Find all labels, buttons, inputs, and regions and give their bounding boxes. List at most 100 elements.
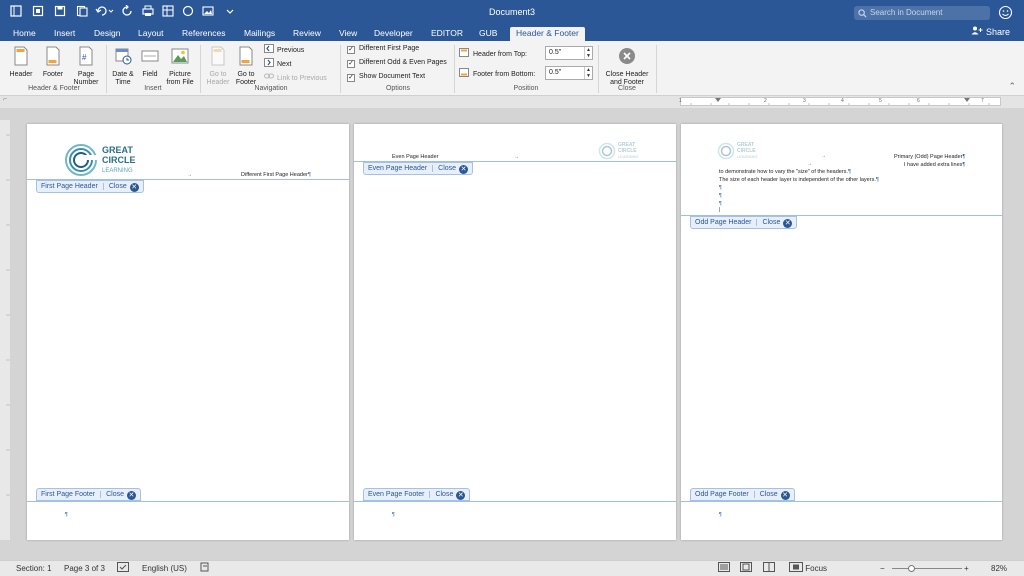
checkbox-checked-icon: ✓ (347, 60, 355, 68)
zoom-slider[interactable] (892, 568, 962, 569)
option-show-document-text[interactable]: ✓ Show Document Text (347, 72, 425, 82)
tab-insert[interactable]: Insert (49, 27, 80, 41)
even-page-header-tag: Even Page Header Close ✕ (363, 162, 474, 175)
close-header-button[interactable]: Close (762, 219, 780, 226)
vertical-ruler[interactable] (0, 120, 10, 540)
focus-mode-button[interactable]: Focus (789, 561, 827, 576)
previous-button[interactable]: Previous (264, 44, 304, 56)
web-layout-view-icon[interactable] (740, 561, 752, 576)
even-page-footer-tag: Even Page Footer Close ✕ (363, 488, 471, 501)
odd-page-header-text[interactable]: Primary (Odd) Page Header¶ (894, 154, 965, 160)
track-changes-icon[interactable] (200, 561, 210, 576)
previous-label: Previous (277, 47, 305, 54)
close-icon[interactable]: ✕ (780, 491, 790, 500)
right-indent-marker-icon (964, 98, 970, 102)
read-mode-icon[interactable] (763, 561, 775, 576)
text-cursor: | (719, 207, 721, 213)
header-button[interactable]: Header (6, 46, 36, 79)
go-to-footer-button[interactable]: Go to Footer (232, 46, 260, 87)
picture-from-file-button[interactable]: Picture from File (164, 46, 196, 87)
close-header-button[interactable]: Close (109, 183, 127, 190)
focus-icon (789, 562, 803, 572)
close-footer-button[interactable]: Close (106, 491, 124, 498)
zoom-level[interactable]: 82% (991, 561, 1007, 576)
field-label: Field (142, 71, 158, 78)
page-1[interactable]: GREAT CIRCLE LEARNING → Different First … (27, 124, 349, 540)
tab-gub[interactable]: GUB (474, 27, 502, 41)
paragraph-mark: ¶ (719, 193, 722, 199)
page-number-icon: # (79, 46, 93, 66)
link-to-previous-button[interactable]: Link to Previous (264, 72, 327, 84)
tab-mailings[interactable]: Mailings (239, 27, 280, 41)
page-3[interactable]: GREAT CIRCLE LEARNING → Primary (Odd) Pa… (681, 124, 1002, 540)
proofing-icon[interactable] (117, 561, 129, 576)
ruler-number: 5 (879, 98, 882, 104)
circle-logo-icon (65, 144, 100, 176)
header-body-line-1[interactable]: to demonstrate how to vary the "size" of… (719, 169, 851, 175)
header-body-line-2[interactable]: The size of each header layer is indepen… (719, 177, 879, 183)
link-icon (264, 73, 274, 79)
close-icon[interactable]: ✕ (126, 491, 136, 500)
option-different-odd-even[interactable]: ✓ Different Odd & Even Pages (347, 58, 447, 68)
page-2[interactable]: Even Page Header → GREAT CIRCLE LEARNING… (354, 124, 676, 540)
zoom-out-button[interactable]: − (880, 561, 885, 576)
first-page-header-text[interactable]: Different First Page Header¶ (241, 172, 311, 178)
header-body-line-1-label: to demonstrate how to vary the "size" of… (719, 169, 848, 175)
tab-references[interactable]: References (177, 27, 230, 41)
footer-from-bottom-text: Footer from Bottom: (473, 71, 536, 78)
paragraph-mark: ¶ (392, 512, 395, 518)
tab-stop-selector[interactable]: ⌐ (3, 96, 7, 103)
collapse-ribbon-icon[interactable]: ⌃ (1008, 81, 1016, 92)
option-different-first-page[interactable]: ✓ Different First Page (347, 44, 419, 54)
print-layout-view-icon[interactable] (718, 561, 730, 576)
close-icon[interactable]: ✕ (456, 491, 466, 500)
tab-review[interactable]: Review (288, 27, 326, 41)
spinner-arrows-icon[interactable]: ▲ ▼ (584, 67, 592, 79)
close-icon[interactable]: ✕ (459, 165, 469, 174)
extra-lines-text[interactable]: I have added extra lines¶ (904, 162, 965, 168)
close-header-button[interactable]: Close (438, 165, 456, 172)
zoom-slider-thumb[interactable] (908, 565, 915, 572)
close-header-footer-button[interactable]: Close Header and Footer (602, 46, 652, 87)
tab-header-footer[interactable]: Header & Footer (510, 27, 585, 41)
close-icon[interactable]: ✕ (783, 219, 793, 228)
tab-arrow-mark: → (514, 154, 519, 160)
field-button[interactable]: Field (138, 46, 162, 79)
close-icon[interactable]: ✕ (129, 183, 139, 192)
previous-icon (264, 44, 274, 53)
share-button[interactable]: Share (971, 26, 1010, 38)
language-indicator[interactable]: English (US) (142, 561, 187, 576)
page-number-button[interactable]: # Page Number (70, 46, 102, 87)
smiley-feedback-icon[interactable] (998, 5, 1013, 20)
section-indicator[interactable]: Section: 1 (16, 561, 52, 576)
close-footer-button[interactable]: Close (760, 491, 778, 498)
page-count-indicator[interactable]: Page 3 of 3 (64, 561, 105, 576)
spinner-arrows-icon[interactable]: ▲ ▼ (584, 47, 592, 59)
odd-page-footer-tag: Odd Page Footer Close ✕ (690, 488, 795, 501)
search-input[interactable]: Search in Document (854, 6, 990, 20)
even-page-header-text[interactable]: Even Page Header (392, 154, 438, 160)
ruler-number: 4 (841, 98, 844, 104)
horizontal-ruler[interactable]: 1 2 3 4 5 6 7 (679, 97, 1001, 106)
go-to-header-button[interactable]: Go to Header (204, 46, 232, 87)
footer-from-bottom-input[interactable]: 0.5" ▲ ▼ (545, 66, 593, 80)
tab-editor[interactable]: EDITOR (426, 27, 468, 41)
tab-design[interactable]: Design (89, 27, 125, 41)
tab-layout[interactable]: Layout (133, 27, 169, 41)
focus-label: Focus (805, 564, 828, 573)
close-footer-button[interactable]: Close (435, 491, 453, 498)
footer-page-icon (46, 46, 60, 66)
next-button[interactable]: Next (264, 58, 291, 70)
footer-button[interactable]: Footer (38, 46, 68, 79)
group-label-header-footer: Header & Footer (28, 85, 80, 92)
tab-developer[interactable]: Developer (369, 27, 418, 41)
title-bar: Document3 Search in Document (0, 0, 1024, 25)
tab-view[interactable]: View (334, 27, 362, 41)
tab-home[interactable]: Home (8, 27, 41, 41)
date-time-button[interactable]: Date & Time (110, 46, 136, 87)
zoom-in-button[interactable]: + (964, 561, 969, 576)
ribbon-divider (598, 45, 599, 93)
page-number-label-1: Page (77, 71, 95, 78)
add-person-icon (971, 26, 983, 35)
header-from-top-input[interactable]: 0.5" ▲ ▼ (545, 46, 593, 60)
